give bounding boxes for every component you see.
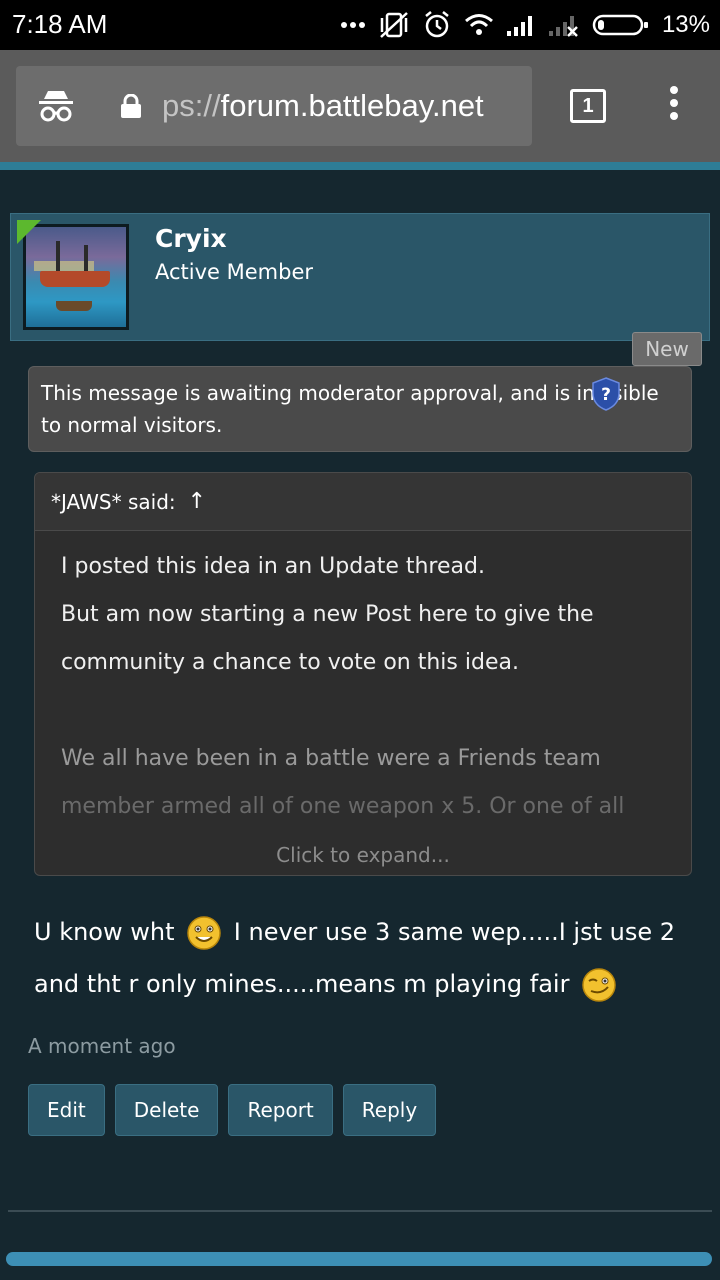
browser-toolbar: ps://forum.battlebay.net	[0, 50, 720, 162]
click-to-expand-link[interactable]: Click to expand...	[35, 835, 691, 867]
incognito-button[interactable]	[16, 66, 96, 146]
tab-switcher-button[interactable]: 1	[570, 89, 606, 123]
quote-jump-arrow-icon[interactable]: ↑	[188, 489, 206, 514]
online-indicator	[17, 220, 41, 244]
post-message: U know wht I never use 3 same wep.....I …	[34, 906, 694, 1010]
quote-line: member armed all of one weapon x 5. Or o…	[61, 794, 625, 819]
quote-header: *JAWS* said: ↑	[35, 473, 691, 531]
status-bar: 7:18 AM 13%	[0, 0, 720, 50]
overflow-menu-icon[interactable]	[662, 86, 686, 126]
quote-line: We all have been in a battle were a Frie…	[61, 746, 601, 771]
post-actions: Edit Delete Report Reply	[28, 1084, 437, 1136]
post-author-header: Cryix Active Member	[10, 213, 710, 341]
quote-line: community a chance to vote on this idea.	[61, 650, 519, 675]
battery-percent: 13%	[661, 11, 710, 38]
report-button[interactable]: Report	[228, 1084, 333, 1136]
battery-icon	[592, 14, 648, 36]
moderation-notice-text: This message is awaiting moderator appro…	[41, 381, 659, 437]
quote-line: But am now starting a new Post here to g…	[61, 602, 594, 627]
wink-emoji-icon	[582, 968, 616, 1002]
url-text: ps://forum.battlebay.net	[162, 88, 484, 124]
post-divider	[8, 1210, 712, 1212]
more-dots-icon	[340, 22, 365, 28]
status-time: 7:18 AM	[12, 9, 108, 39]
status-icons: 13%	[340, 8, 710, 42]
new-badge: New	[632, 332, 702, 366]
delete-button[interactable]: Delete	[114, 1084, 219, 1136]
incognito-icon	[39, 91, 73, 122]
bottom-scroll-bar[interactable]	[6, 1252, 712, 1266]
edit-button[interactable]: Edit	[28, 1084, 105, 1136]
url-host: forum.battlebay.net	[220, 88, 484, 123]
alarm-icon	[425, 11, 449, 38]
wifi-icon	[464, 14, 493, 35]
shield-question-icon: ?	[592, 377, 620, 411]
post-timestamp[interactable]: A moment ago	[28, 1034, 176, 1058]
moderation-notice: This message is awaiting moderator appro…	[28, 366, 692, 452]
vibrate-off-icon	[380, 12, 408, 38]
url-scheme: ps://	[162, 88, 221, 123]
toolbar-accent-line	[0, 162, 720, 170]
svg-text:?: ?	[601, 385, 611, 405]
quote-line: I posted this idea in an Update thread.	[61, 554, 485, 579]
username-link[interactable]: Cryix	[155, 224, 227, 253]
user-title: Active Member	[155, 260, 314, 284]
lock-icon	[121, 94, 141, 118]
address-bar[interactable]: ps://forum.battlebay.net	[96, 66, 532, 146]
signal-x-icon	[548, 16, 578, 37]
message-text-1: U know wht	[34, 918, 175, 946]
quote-block: *JAWS* said: ↑ I posted this idea in an …	[34, 472, 692, 876]
quote-author[interactable]: *JAWS* said:	[51, 490, 176, 514]
smile-emoji-icon	[187, 916, 221, 950]
reply-button[interactable]: Reply	[342, 1084, 437, 1136]
signal-icon	[506, 16, 532, 36]
quote-body: I posted this idea in an Update thread. …	[35, 531, 691, 839]
